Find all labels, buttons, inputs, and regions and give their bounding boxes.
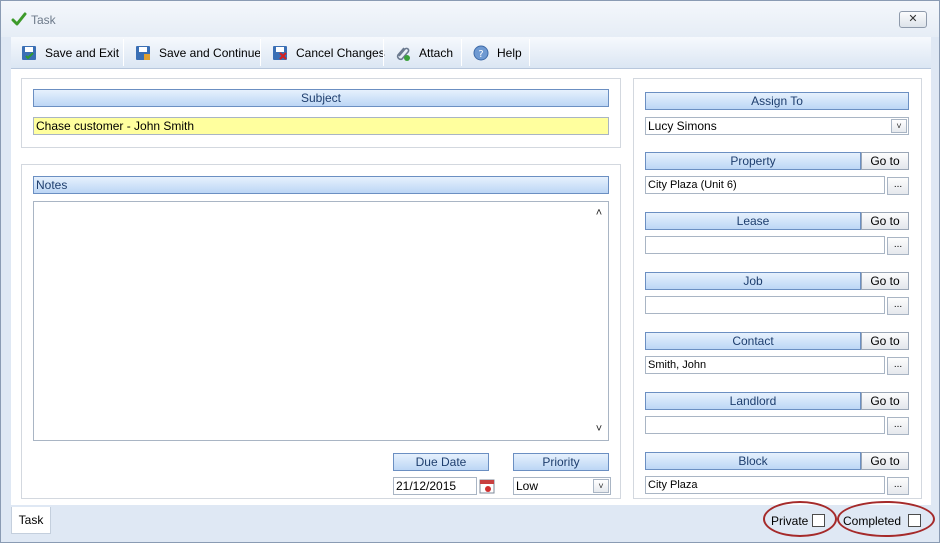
block-input[interactable]: City Plaza xyxy=(645,476,885,494)
paperclip-icon xyxy=(396,46,410,61)
property-input[interactable]: City Plaza (Unit 6) xyxy=(645,176,885,194)
assign-to-value: Lucy Simons xyxy=(648,119,717,133)
help-button[interactable]: ? Help xyxy=(473,39,522,66)
toolbar-separator xyxy=(123,39,124,66)
notes-textarea[interactable]: ˄ ˅ xyxy=(33,201,609,441)
lease-header: Lease xyxy=(645,212,861,230)
attach-label: Attach xyxy=(419,45,454,60)
links-group: Assign To Lucy Simons ˅ Property Go to C… xyxy=(633,78,922,499)
calendar-icon[interactable] xyxy=(479,478,495,494)
tab-task[interactable]: Task xyxy=(11,507,51,534)
contact-header: Contact xyxy=(645,332,861,350)
priority-header: Priority xyxy=(513,453,609,471)
contact-browse-button[interactable]: ... xyxy=(887,357,909,375)
lease-input[interactable] xyxy=(645,236,885,254)
contact-input[interactable]: Smith, John xyxy=(645,356,885,374)
job-header: Job xyxy=(645,272,861,290)
lease-goto-button[interactable]: Go to xyxy=(861,212,909,230)
toolbar-separator xyxy=(461,39,462,66)
contact-goto-button[interactable]: Go to xyxy=(861,332,909,350)
help-icon: ? xyxy=(473,45,489,60)
save-and-continue-button[interactable]: Save and Continue xyxy=(135,39,261,66)
notes-header: Notes xyxy=(33,176,609,194)
form-content: Subject Chase customer - John Smith Note… xyxy=(11,69,931,505)
cancel-changes-button[interactable]: Cancel Changes xyxy=(272,39,385,66)
task-window: Task ✕ Save and Exit Save and Continue C… xyxy=(0,0,940,543)
property-goto-button[interactable]: Go to xyxy=(861,152,909,170)
help-label: Help xyxy=(497,45,522,60)
completed-checkbox[interactable] xyxy=(908,514,921,527)
chevron-down-icon[interactable]: ˅ xyxy=(891,119,907,133)
checkmark-icon xyxy=(11,12,27,26)
priority-select[interactable]: Low ˅ xyxy=(513,477,611,495)
property-browse-button[interactable]: ... xyxy=(887,177,909,195)
due-date-header: Due Date xyxy=(393,453,489,471)
assign-to-select[interactable]: Lucy Simons ˅ xyxy=(645,117,909,135)
title-bar: Task ✕ xyxy=(1,1,939,37)
save-and-exit-label: Save and Exit xyxy=(45,45,120,60)
scroll-down-icon[interactable]: ˅ xyxy=(592,422,606,436)
toolbar-separator xyxy=(260,39,261,66)
priority-value: Low xyxy=(516,479,539,493)
notes-group: Notes ˄ ˅ Due Date 21/12/2015 Priority L… xyxy=(21,164,621,499)
job-goto-button[interactable]: Go to xyxy=(861,272,909,290)
window-title: Task xyxy=(31,13,56,27)
subject-group: Subject Chase customer - John Smith xyxy=(21,78,621,148)
assign-to-header: Assign To xyxy=(645,92,909,110)
close-button[interactable]: ✕ xyxy=(899,11,927,28)
landlord-browse-button[interactable]: ... xyxy=(887,417,909,435)
toolbar-separator xyxy=(383,39,384,66)
toolbar: Save and Exit Save and Continue Cancel C… xyxy=(11,37,931,69)
scroll-up-icon[interactable]: ˄ xyxy=(592,206,606,220)
block-header: Block xyxy=(645,452,861,470)
job-browse-button[interactable]: ... xyxy=(887,297,909,315)
subject-header: Subject xyxy=(33,89,609,107)
bottom-bar: Task Private Completed xyxy=(11,501,935,537)
landlord-goto-button[interactable]: Go to xyxy=(861,392,909,410)
due-date-input[interactable]: 21/12/2015 xyxy=(393,477,477,495)
landlord-input[interactable] xyxy=(645,416,885,434)
save-exit-icon xyxy=(22,45,36,60)
cancel-icon xyxy=(273,45,287,60)
property-header: Property xyxy=(645,152,861,170)
block-goto-button[interactable]: Go to xyxy=(861,452,909,470)
job-input[interactable] xyxy=(645,296,885,314)
save-and-exit-button[interactable]: Save and Exit xyxy=(21,39,119,66)
private-checkbox[interactable] xyxy=(812,514,825,527)
subject-input[interactable]: Chase customer - John Smith xyxy=(33,117,609,135)
private-label: Private xyxy=(771,514,809,528)
save-and-continue-label: Save and Continue xyxy=(159,45,262,60)
svg-text:?: ? xyxy=(478,49,483,60)
chevron-down-icon[interactable]: ˅ xyxy=(593,479,609,493)
toolbar-separator xyxy=(529,39,530,66)
cancel-changes-label: Cancel Changes xyxy=(296,45,385,60)
lease-browse-button[interactable]: ... xyxy=(887,237,909,255)
completed-label: Completed xyxy=(843,514,902,528)
save-continue-icon xyxy=(136,45,150,60)
attach-button[interactable]: Attach xyxy=(395,39,453,66)
landlord-header: Landlord xyxy=(645,392,861,410)
block-browse-button[interactable]: ... xyxy=(887,477,909,495)
